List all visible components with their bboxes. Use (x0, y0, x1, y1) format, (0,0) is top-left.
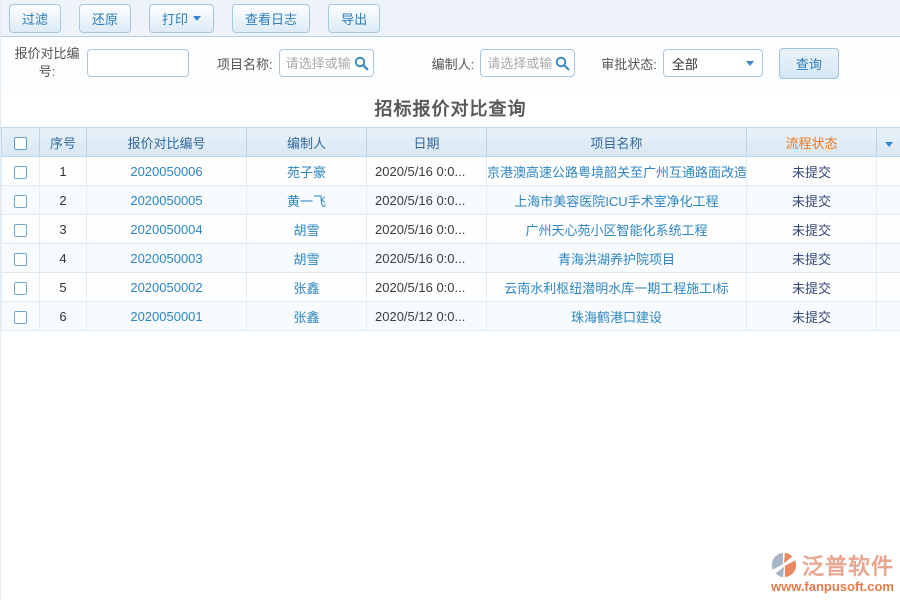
creator-cell: 胡雪 (247, 215, 367, 244)
quote-no-link[interactable]: 2020050001 (87, 302, 247, 331)
restore-button[interactable]: 还原 (79, 4, 131, 33)
column-filter-icon[interactable] (885, 142, 893, 147)
quote-no-link[interactable]: 2020050003 (87, 244, 247, 273)
date-cell: 2020/5/16 0:0... (367, 157, 487, 186)
select-all-checkbox[interactable] (14, 137, 27, 150)
date-cell: 2020/5/16 0:0... (367, 186, 487, 215)
quote-no-link[interactable]: 2020050006 (87, 157, 247, 186)
creator-cell: 黄一飞 (247, 186, 367, 215)
status-cell: 未提交 (747, 157, 877, 186)
table-row: 4 2020050003 胡雪 2020/5/16 0:0... 青海洪湖养护院… (2, 244, 900, 273)
row-checkbox[interactable] (14, 224, 27, 237)
compare-no-input[interactable] (87, 49, 189, 77)
search-icon[interactable] (354, 56, 369, 71)
export-button-label: 导出 (341, 9, 367, 28)
status-cell: 未提交 (747, 215, 877, 244)
brand-name: 泛普软件 (802, 549, 894, 581)
restore-button-label: 还原 (92, 9, 118, 28)
creator-cell: 张鑫 (247, 302, 367, 331)
filter-button[interactable]: 过滤 (9, 4, 61, 33)
row-checkbox[interactable] (14, 282, 27, 295)
table-row: 1 2020050006 苑子豪 2020/5/16 0:0... 京港澳高速公… (2, 157, 900, 186)
project-link[interactable]: 青海洪湖养护院项目 (487, 244, 747, 273)
quote-no-link[interactable]: 2020050002 (87, 273, 247, 302)
creator-cell: 张鑫 (247, 273, 367, 302)
page: 过滤 还原 打印 查看日志 导出 报价对比编号: 项目名称: 编制人: (0, 0, 900, 600)
quote-no-link[interactable]: 2020050005 (87, 186, 247, 215)
date-cell: 2020/5/16 0:0... (367, 273, 487, 302)
status-cell: 未提交 (747, 273, 877, 302)
approval-status-value: 全部 (672, 54, 698, 73)
project-link[interactable]: 广州天心苑小区智能化系统工程 (487, 215, 747, 244)
seq-cell: 2 (40, 186, 87, 215)
fanpu-logo-icon (770, 551, 798, 579)
data-table: 序号 报价对比编号 编制人 日期 项目名称 流程状态 1 2020050006 … (1, 127, 900, 331)
caret-down-icon (746, 61, 754, 66)
header-flow-status: 流程状态 (747, 128, 877, 157)
approval-status-label: 审批状态: (601, 54, 657, 73)
search-icon[interactable] (555, 56, 570, 71)
toolbar: 过滤 还原 打印 查看日志 导出 (1, 0, 900, 37)
seq-cell: 5 (40, 273, 87, 302)
creator-search (480, 49, 575, 77)
seq-cell: 1 (40, 157, 87, 186)
header-seq: 序号 (40, 128, 87, 157)
creator-cell: 胡雪 (247, 244, 367, 273)
table-row: 5 2020050002 张鑫 2020/5/16 0:0... 云南水利枢纽潜… (2, 273, 900, 302)
select-all-cell (2, 128, 40, 157)
view-log-button-label: 查看日志 (245, 9, 297, 28)
title-row: 招标报价对比查询 (1, 89, 900, 127)
print-button[interactable]: 打印 (149, 4, 214, 33)
status-cell: 未提交 (747, 244, 877, 273)
table-row: 2 2020050005 黄一飞 2020/5/16 0:0... 上海市美容医… (2, 186, 900, 215)
print-button-label: 打印 (162, 9, 188, 28)
status-cell: 未提交 (747, 302, 877, 331)
page-title: 招标报价对比查询 (375, 95, 527, 121)
creator-cell: 苑子豪 (247, 157, 367, 186)
quote-no-link[interactable]: 2020050004 (87, 215, 247, 244)
table-row: 3 2020050004 胡雪 2020/5/16 0:0... 广州天心苑小区… (2, 215, 900, 244)
view-log-button[interactable]: 查看日志 (232, 4, 310, 33)
row-checkbox[interactable] (14, 195, 27, 208)
export-button[interactable]: 导出 (328, 4, 380, 33)
date-cell: 2020/5/16 0:0... (367, 244, 487, 273)
project-name-search (279, 49, 374, 77)
header-date: 日期 (367, 128, 487, 157)
seq-cell: 4 (40, 244, 87, 273)
project-link[interactable]: 京港澳高速公路粤境韶关至广州互通路面改造 (487, 157, 747, 186)
query-button[interactable]: 查询 (779, 48, 839, 79)
column-filter-cell (877, 128, 900, 157)
row-checkbox[interactable] (14, 311, 27, 324)
project-link[interactable]: 云南水利枢纽潜明水库一期工程施工I标 (487, 273, 747, 302)
seq-cell: 6 (40, 302, 87, 331)
compare-no-label: 报价对比编号: (11, 45, 83, 80)
row-checkbox[interactable] (14, 253, 27, 266)
filter-bar: 报价对比编号: 项目名称: 编制人: 审批状态: 全部 查询 (1, 37, 900, 89)
filter-button-label: 过滤 (22, 9, 48, 28)
brand-url: www.fanpusoft.com (770, 579, 894, 594)
watermark: 泛普软件 www.fanpusoft.com (770, 549, 894, 594)
seq-cell: 3 (40, 215, 87, 244)
header-quote-no: 报价对比编号 (87, 128, 247, 157)
header-creator: 编制人 (247, 128, 367, 157)
caret-down-icon (193, 16, 201, 21)
approval-status-select[interactable]: 全部 (663, 49, 763, 77)
date-cell: 2020/5/16 0:0... (367, 215, 487, 244)
project-link[interactable]: 上海市美容医院ICU手术室净化工程 (487, 186, 747, 215)
creator-label: 编制人: (432, 54, 475, 73)
row-checkbox[interactable] (14, 166, 27, 179)
table-header-row: 序号 报价对比编号 编制人 日期 项目名称 流程状态 (2, 128, 900, 157)
status-cell: 未提交 (747, 186, 877, 215)
header-project: 项目名称 (487, 128, 747, 157)
table-row: 6 2020050001 张鑫 2020/5/12 0:0... 珠海鹤港口建设… (2, 302, 900, 331)
project-link[interactable]: 珠海鹤港口建设 (487, 302, 747, 331)
project-name-label: 项目名称: (217, 54, 273, 73)
date-cell: 2020/5/12 0:0... (367, 302, 487, 331)
